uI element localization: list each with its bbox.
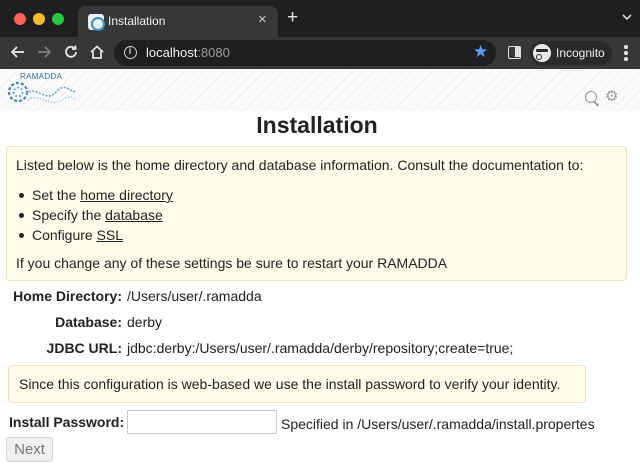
home-directory-link[interactable]: home directory [80,187,173,203]
list-item-text: Set the [32,187,81,203]
site-info-icon[interactable] [124,46,137,59]
ssl-link[interactable]: SSL [97,227,123,243]
database-value: derby [127,314,163,330]
site-header: RAMADDA ⚙ [0,69,640,111]
browser-menu-icon[interactable] [624,45,628,61]
notice-list: Set the home directory Specify the datab… [16,185,173,245]
jdbc-url-label: JDBC URL: [46,340,122,356]
incognito-label: Incognito [556,46,605,60]
home-directory-value: /Users/user/.ramadda [127,288,262,304]
window-minimize-button[interactable] [33,13,45,25]
jdbc-url-row: JDBC URL: jdbc:derby:/Users/user/.ramadd… [0,340,640,360]
password-notice: Since this configuration is web-based we… [8,365,586,403]
tab-title: Installation [108,14,166,28]
url-port: :8080 [197,45,230,60]
favicon-icon [88,14,105,31]
logo-graphic [7,81,77,103]
new-tab-icon[interactable]: + [287,7,298,29]
tab-search-chevron-icon[interactable] [620,10,634,24]
bookmark-star-icon[interactable]: ★ [473,42,488,62]
jdbc-url-value: jdbc:derby:/Users/user/.ramadda/derby/re… [127,340,514,356]
notice-intro: Listed below is the home directory and d… [16,157,584,173]
address-bar[interactable]: localhost:8080 ★ [114,40,496,66]
password-notice-text: Since this configuration is web-based we… [19,376,561,392]
window-close-button[interactable] [14,13,26,25]
list-item: Configure SSL [16,225,173,245]
arrow-right-icon[interactable] [35,43,53,61]
incognito-badge[interactable]: Incognito [530,41,612,65]
notice-footer: If you change any of these settings be s… [16,255,448,271]
reload-icon[interactable] [62,43,80,61]
ramadda-logo[interactable]: RAMADDA [6,72,78,110]
window-zoom-button[interactable] [52,13,64,25]
home-directory-label: Home Directory: [13,288,122,304]
search-icon[interactable] [585,91,597,103]
url-host: localhost [146,45,198,60]
database-link[interactable]: database [105,207,163,223]
documentation-notice: Listed below is the home directory and d… [6,146,627,281]
install-password-hint: Specified in /Users/user/.ramadda/instal… [281,416,595,432]
install-password-input[interactable] [127,410,277,434]
home-directory-row: Home Directory: /Users/user/.ramadda [0,288,640,308]
arrow-left-icon[interactable] [9,43,27,61]
browser-titlebar: Installation × + [0,0,640,37]
next-button[interactable]: Next [6,437,53,462]
url-text[interactable]: localhost:8080 [146,45,230,60]
home-icon[interactable] [88,43,106,61]
list-item: Specify the database [16,205,173,225]
database-label: Database: [55,314,122,330]
incognito-icon [533,44,551,62]
browser-tab[interactable]: Installation × [78,6,278,37]
page-content: RAMADDA ⚙ Installation Listed below is t… [0,69,640,467]
list-item-text: Configure [32,227,97,243]
install-password-label: Install Password: [9,414,125,430]
database-row: Database: derby [0,314,640,334]
tab-close-icon[interactable]: × [258,11,267,29]
browser-toolbar: localhost:8080 ★ Incognito [0,37,640,69]
list-item-text: Specify the [32,207,106,223]
page-title: Installation [256,112,378,138]
gear-icon[interactable]: ⚙ [605,89,618,105]
list-item: Set the home directory [16,185,173,205]
side-panel-icon[interactable] [508,46,521,59]
